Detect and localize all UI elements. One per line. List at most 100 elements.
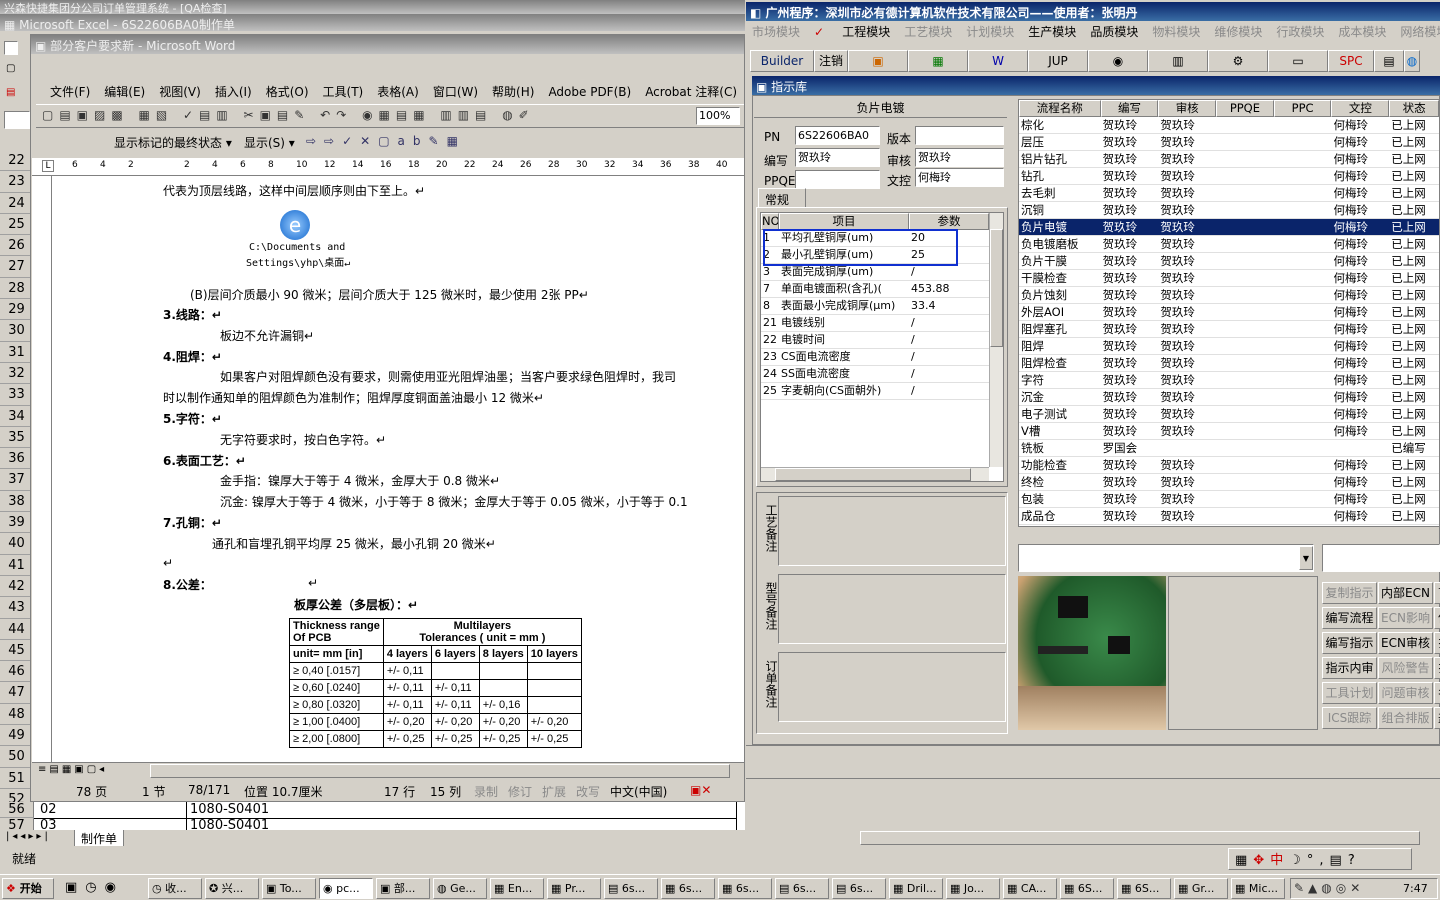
- row-header[interactable]: 34: [0, 405, 34, 427]
- menu-item[interactable]: 视图(V): [159, 85, 201, 99]
- excel-title-bar[interactable]: ▦ Microsoft Excel - 6S22606BA0制作单: [0, 14, 745, 31]
- action-button[interactable]: 风险警告: [1378, 657, 1433, 679]
- jup-button[interactable]: JUP: [1028, 50, 1088, 72]
- action-button[interactable]: 指示内审: [1322, 657, 1377, 679]
- flow-row[interactable]: 外层AOI 贺玖玲 贺玖玲 何梅玲 已上网: [1019, 304, 1439, 321]
- taskbar-button[interactable]: ▦ Mic...: [1231, 878, 1285, 899]
- instruction-library-title[interactable]: ▣ 指示库: [752, 76, 1440, 95]
- clock[interactable]: 7:47: [1403, 879, 1428, 898]
- param-header-cell[interactable]: 项目: [779, 213, 909, 230]
- tab-general[interactable]: 常规: [758, 188, 806, 208]
- excel-app-icon[interactable]: ▦: [908, 50, 968, 72]
- menu-item[interactable]: Acrobat 注释(C): [645, 85, 737, 99]
- action-button[interactable]: 问题审核: [1378, 682, 1433, 704]
- flow-row[interactable]: 电子测试 贺玖玲 贺玖玲 何梅玲 已上网: [1019, 406, 1439, 423]
- menu-item[interactable]: 文件(F): [50, 85, 90, 99]
- taskbar-button[interactable]: ✪ 兴...: [205, 878, 259, 899]
- flow-row[interactable]: 去毛刺 贺玖玲 贺玖玲 何梅玲 已上网: [1019, 185, 1439, 202]
- flow-row[interactable]: 钻孔 贺玖玲 贺玖玲 何梅玲 已上网: [1019, 168, 1439, 185]
- cell[interactable]: 02: [40, 802, 57, 817]
- excel-pdf-icon[interactable]: ▤: [6, 87, 15, 98]
- note-box[interactable]: [778, 496, 1006, 566]
- action-button[interactable]: 扌: [1434, 657, 1440, 679]
- row-header[interactable]: 27: [0, 256, 34, 278]
- scroll-thumb[interactable]: [150, 764, 730, 778]
- action-button[interactable]: 内部ECN: [1378, 582, 1433, 604]
- writer-field[interactable]: 贺玖玲: [795, 148, 880, 167]
- row-header[interactable]: 33: [0, 384, 34, 406]
- module-5[interactable]: 品质模块: [1090, 25, 1138, 39]
- row-header[interactable]: 50: [0, 746, 34, 768]
- taskbar-button[interactable]: ▦ 6S...: [1060, 878, 1114, 899]
- document-page[interactable]: 代表为顶层线路，这样中间层顺序则由下至上。↵ e C:\Documents an…: [52, 176, 744, 762]
- note-box[interactable]: [778, 652, 1006, 722]
- action-button[interactable]: 盐: [1434, 707, 1440, 729]
- menu-item[interactable]: 工具(T): [323, 85, 364, 99]
- module-7[interactable]: 维修模块: [1214, 25, 1262, 39]
- module-2[interactable]: 工艺模块: [904, 25, 952, 39]
- flow-row[interactable]: 阻焊塞孔 贺玖玲 贺玖玲 何梅玲 已上网: [1019, 321, 1439, 338]
- flow-row[interactable]: 负片干膜 贺玖玲 贺玖玲 何梅玲 已上网: [1019, 253, 1439, 270]
- row-header[interactable]: 22: [0, 150, 34, 172]
- action-button[interactable]: 盲: [1434, 582, 1440, 604]
- flow-header-cell[interactable]: 编写: [1100, 100, 1159, 117]
- action-button[interactable]: 组合排版: [1378, 707, 1433, 729]
- markup-view-select[interactable]: 显示标记的最终状态 ▾: [114, 134, 232, 151]
- row-header[interactable]: 37: [0, 469, 34, 491]
- module-1[interactable]: 工程模块: [842, 25, 890, 39]
- taskbar-button[interactable]: ◷ 收...: [148, 878, 202, 899]
- row-header[interactable]: 23: [0, 171, 34, 193]
- status-ext[interactable]: 扩展: [542, 783, 566, 800]
- flow-row[interactable]: 负片电镀 贺玖玲 贺玖玲 何梅玲 已上网: [1019, 219, 1439, 236]
- param-h-scrollbar[interactable]: [761, 467, 989, 481]
- row-header[interactable]: 46: [0, 661, 34, 683]
- row-header[interactable]: 44: [0, 618, 34, 640]
- flow-row[interactable]: 阻焊 贺玖玲 贺玖玲 何梅玲 已上网: [1019, 338, 1439, 355]
- row-header[interactable]: 49: [0, 725, 34, 747]
- computer-icon[interactable]: ▭: [1268, 50, 1328, 72]
- row-header[interactable]: 51: [0, 767, 34, 789]
- module-9[interactable]: 成本模块: [1338, 25, 1386, 39]
- row-header[interactable]: 47: [0, 682, 34, 704]
- row-header[interactable]: 42: [0, 575, 34, 598]
- param-row[interactable]: 7 单面电镀面积(含孔)(453.88: [761, 281, 1003, 298]
- row-header[interactable]: 39: [0, 512, 34, 534]
- module-4[interactable]: 生产模块: [1028, 25, 1076, 39]
- row-header[interactable]: 25: [0, 213, 34, 236]
- param-v-scrollbar[interactable]: [989, 213, 1003, 467]
- menu-item[interactable]: 窗口(W): [433, 85, 478, 99]
- taskbar-button[interactable]: ▤ 6s...: [775, 878, 829, 899]
- row-header[interactable]: 45: [0, 639, 34, 662]
- param-row[interactable]: 3 表面完成铜厚(um) /: [761, 264, 1003, 281]
- action-button[interactable]: 复制指示: [1322, 582, 1377, 604]
- combo-dropdown-icon[interactable]: ▼: [1299, 546, 1313, 570]
- flow-row[interactable]: 沉铜 贺玖玲 贺玖玲 何梅玲 已上网: [1019, 202, 1439, 219]
- spelling-icon[interactable]: ▣✕: [690, 783, 711, 797]
- reviewer-field[interactable]: 贺玖玲: [915, 148, 1004, 167]
- word-toolbar-icons[interactable]: ▢▤▣▨▩ ▦▧ ✓▤▥ ✂▣▤✎ ↶↷ ◉▦▤▦ ▥▥▤ ◍✐: [42, 108, 535, 122]
- taskbar-button[interactable]: ▣ 部...: [376, 878, 430, 899]
- tray-icons[interactable]: ✎▲◍◎✕: [1294, 881, 1364, 895]
- menu-item[interactable]: 帮助(H): [492, 85, 534, 99]
- action-button[interactable]: 名: [1434, 682, 1440, 704]
- ime-bar[interactable]: ▦✥中☽°,▤?: [1228, 848, 1412, 870]
- taskbar-button[interactable]: ◉ pc...: [319, 878, 373, 899]
- action-button[interactable]: 编写流程: [1322, 607, 1377, 629]
- taskbar-button[interactable]: ▣ To...: [262, 878, 316, 899]
- start-button[interactable]: ❖ 开始: [2, 878, 54, 899]
- row-header[interactable]: 35: [0, 426, 34, 449]
- access-icon[interactable]: ▣: [848, 50, 908, 72]
- builder-button[interactable]: Builder: [750, 50, 814, 72]
- action-button[interactable]: 仿: [1434, 607, 1440, 629]
- flow-row[interactable]: 铝片钻孔 贺玖玲 贺玖玲 何梅玲 已上网: [1019, 151, 1439, 168]
- flow-row[interactable]: 阻焊检查 贺玖玲 贺玖玲 何梅玲 已上网: [1019, 355, 1439, 372]
- flow-row[interactable]: 铣板 罗国会 已编写: [1019, 440, 1439, 457]
- flow-row[interactable]: 功能检查 贺玖玲 贺玖玲 何梅玲 已上网: [1019, 457, 1439, 474]
- row-header[interactable]: 38: [0, 490, 34, 513]
- taskbar-button[interactable]: ▦ Dril...: [889, 878, 943, 899]
- flow-header-cell[interactable]: 审核: [1158, 100, 1217, 117]
- note-box[interactable]: [778, 574, 1006, 644]
- taskbar-button[interactable]: ◍ Ge...: [433, 878, 487, 899]
- module-6[interactable]: 物料模块: [1152, 25, 1200, 39]
- show-menu-button[interactable]: 显示(S) ▾: [244, 134, 295, 151]
